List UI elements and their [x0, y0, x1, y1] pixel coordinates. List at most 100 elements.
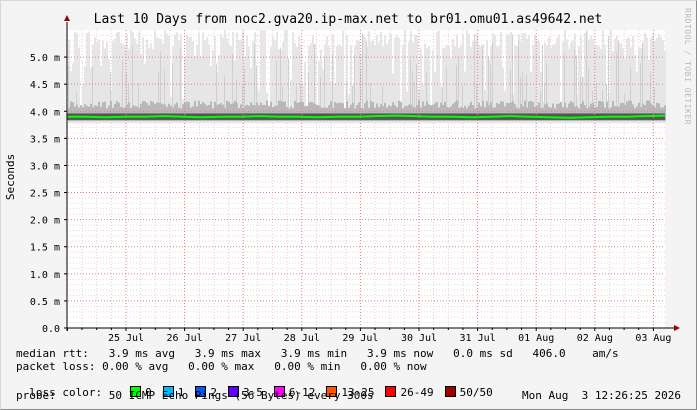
smoke-spike — [138, 82, 139, 108]
smoke-spike — [158, 71, 159, 103]
y-tick-label: 4.0 m — [30, 107, 60, 118]
y-tick-label: 1.5 m — [30, 243, 60, 254]
smoke-spike — [576, 55, 577, 107]
smoke-spike — [76, 91, 77, 105]
smoke-spike — [414, 81, 415, 108]
smoke-spike — [526, 74, 527, 108]
smoke-spike — [490, 64, 491, 103]
smoke-spike — [482, 46, 483, 101]
loss-color-value: 50/50 — [459, 386, 493, 399]
x-tick-label: 28 Jul — [284, 333, 320, 344]
watermark: RRDTOOL / TOBI OETIKER — [683, 8, 692, 125]
y-tick-label: 0.0 — [42, 324, 60, 335]
smoke-spike — [382, 85, 383, 107]
x-axis-arrow — [674, 325, 680, 331]
smoke-spike — [366, 41, 367, 101]
x-tick-label: 25 Jul — [108, 333, 144, 344]
smoke-spike — [458, 57, 459, 108]
smoke-spike — [308, 72, 309, 103]
y-axis-arrow — [64, 15, 70, 21]
smoke-spike — [522, 72, 523, 107]
median-rtt-line: median rtt: 3.9 ms avg 3.9 ms max 3.9 ms… — [16, 347, 619, 360]
smoke-spike — [518, 41, 519, 109]
smoke-spike — [654, 87, 655, 108]
y-tick-label: 5.0 m — [30, 53, 60, 64]
smoke-spike — [642, 42, 643, 104]
y-tick-label: 3.0 m — [30, 161, 60, 172]
smoke-spike — [592, 91, 593, 103]
smoke-spike — [640, 63, 641, 108]
x-tick-label: 30 Jul — [401, 333, 437, 344]
x-tick-label: 01 Aug — [518, 333, 554, 344]
smoke-spike — [236, 79, 237, 103]
smoke-spike — [370, 82, 371, 102]
smoke-spike — [512, 34, 513, 102]
smoke-spike — [564, 53, 565, 103]
smoke-spike — [68, 66, 69, 108]
smoke-spike — [624, 93, 625, 105]
smoke-spike — [442, 88, 443, 106]
smoke-spike — [296, 86, 297, 103]
smoke-spike — [446, 67, 447, 107]
timestamp: Mon Aug 3 12:26:25 2026 — [522, 389, 681, 402]
smoke-spike — [412, 70, 413, 107]
smoke-spike — [224, 75, 225, 108]
smoke-spike — [462, 85, 463, 108]
smoke-spike — [546, 63, 547, 104]
smoke-spike — [362, 33, 363, 109]
smoke-spike — [244, 68, 245, 106]
smoke-spike — [596, 83, 597, 107]
y-tick-label: 0.5 m — [30, 297, 60, 308]
smoke-spike — [488, 57, 489, 106]
x-tick-label: 03 Aug — [635, 333, 671, 344]
smoke-spike — [254, 44, 255, 106]
smoke-spike — [288, 58, 289, 109]
smoke-spike — [474, 34, 475, 109]
smoke-spike — [110, 71, 111, 101]
smoke-spike — [410, 59, 411, 105]
smoke-spike — [582, 76, 583, 102]
smoke-spike — [232, 54, 233, 104]
latency-chart: Last 10 Days from noc2.gva20.ip-max.net … — [4, 8, 692, 344]
smoke-spike — [574, 49, 575, 107]
smoke-spike — [426, 72, 427, 102]
x-tick-label: 26 Jul — [167, 333, 203, 344]
smoke-spike — [606, 83, 607, 102]
loss-color-item: 50/50 — [444, 386, 493, 399]
loss-color-item: 26-49 — [385, 386, 434, 399]
smoke-spike — [476, 83, 477, 108]
packet-loss-line: packet loss: 0.00 % avg 0.00 % max 0.00 … — [16, 360, 427, 373]
smoke-spike — [320, 77, 321, 108]
probe-line: probe: 50 ICMP Echo Pings (56 Bytes) eve… — [16, 389, 374, 402]
smoke-spike — [608, 35, 609, 109]
smoke-spike — [346, 81, 347, 102]
plot-area: 0.0 0.5 m 1.0 m 1.5 m 2.0 m 2.5 m 3.0 m 3.5 m 4.… — [30, 15, 680, 344]
y-tick-label: 1.0 m — [30, 270, 60, 281]
smoke-spike — [352, 86, 353, 103]
smoke-spike — [256, 65, 257, 103]
y-tick-label: 2.5 m — [30, 189, 60, 200]
smoke-spike — [602, 90, 603, 102]
smoke-spike — [510, 70, 511, 103]
smoke-spike — [324, 56, 325, 108]
smoke-spike — [586, 31, 587, 109]
smoke-spike — [588, 67, 589, 107]
y-tick-label: 2.0 m — [30, 216, 60, 227]
y-tick-label: 3.5 m — [30, 134, 60, 145]
smoke-spike — [92, 65, 93, 108]
smoke-spike — [456, 65, 457, 101]
smoke-spike — [540, 91, 541, 108]
smoke-spike — [616, 51, 617, 107]
smoke-spike — [580, 78, 581, 104]
smoke-spike — [282, 86, 283, 102]
loss-color-value: 26-49 — [400, 386, 434, 399]
smoke-spike — [492, 41, 493, 108]
x-tick-label: 27 Jul — [225, 333, 261, 344]
smoke-spike — [160, 51, 161, 104]
smoke-spike — [332, 53, 333, 109]
smoke-spike — [128, 84, 129, 103]
smoke-spike — [132, 45, 133, 106]
smoke-spike — [216, 63, 217, 105]
y-axis-label: Seconds — [4, 154, 17, 200]
smoke-spike — [280, 48, 281, 101]
